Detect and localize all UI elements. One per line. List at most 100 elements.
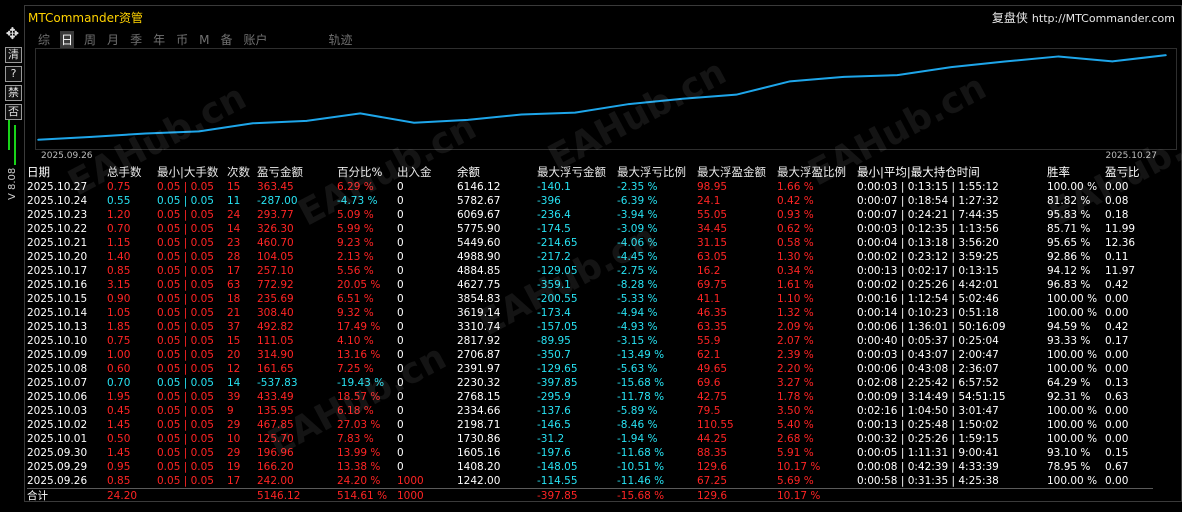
table-cell: 0.18 bbox=[1105, 209, 1129, 221]
table-row[interactable]: 2025.09.29 0.95 0.05 | 0.05 19 166.20 13.38 %… bbox=[27, 460, 1153, 474]
table-row[interactable]: 2025.10.15 0.90 0.05 | 0.05 18 235.69 6.51 % 0… bbox=[27, 292, 1153, 306]
table-cell: 6146.12 bbox=[457, 181, 501, 193]
table-cell: 0:00:06 | 1:36:01 | 50:16:09 bbox=[857, 321, 1006, 333]
column-header[interactable]: 出入金 bbox=[397, 164, 457, 180]
table-cell: 0:00:14 | 0:10:23 | 0:51:18 bbox=[857, 307, 999, 319]
tab-7[interactable]: M bbox=[198, 33, 210, 47]
tab-8[interactable]: 备 bbox=[219, 31, 233, 48]
table-cell: 0 bbox=[397, 461, 404, 473]
table-row[interactable]: 2025.10.10 0.75 0.05 | 0.05 15 111.05 4.10 % 0… bbox=[27, 334, 1153, 348]
chart-start-date: 2025.09.26 bbox=[41, 151, 93, 161]
tab-0[interactable]: 综 bbox=[37, 31, 51, 48]
table-cell: 0.05 | 0.05 bbox=[157, 237, 214, 249]
help-button[interactable]: ? bbox=[5, 66, 22, 82]
column-header[interactable]: 百分比% bbox=[337, 164, 397, 180]
table-cell: 1.95 bbox=[107, 391, 131, 403]
tab-6[interactable]: 币 bbox=[175, 31, 189, 48]
table-cell: 5.09 % bbox=[337, 209, 374, 221]
column-header[interactable]: 最大浮亏金额 bbox=[537, 164, 617, 180]
table-cell: 13.38 % bbox=[337, 461, 381, 473]
column-header[interactable]: 总手数 bbox=[107, 164, 157, 180]
table-row[interactable]: 2025.10.14 1.05 0.05 | 0.05 21 308.40 9.32 % 0… bbox=[27, 306, 1153, 320]
tab-3[interactable]: 月 bbox=[106, 31, 120, 48]
disable-button[interactable]: 禁 bbox=[5, 85, 22, 101]
table-row[interactable]: 2025.10.21 1.15 0.05 | 0.05 23 460.70 9.23 % 0… bbox=[27, 236, 1153, 250]
column-header[interactable]: 胜率 bbox=[1047, 164, 1105, 180]
table-row[interactable]: 2025.10.20 1.40 0.05 | 0.05 28 104.05 2.13 % 0… bbox=[27, 250, 1153, 264]
table-row[interactable]: 2025.10.13 1.85 0.05 | 0.05 37 492.82 17.49 %… bbox=[27, 320, 1153, 334]
table-row[interactable]: 2025.10.17 0.85 0.05 | 0.05 17 257.10 5.56 % 0… bbox=[27, 264, 1153, 278]
table-cell: 196.96 bbox=[257, 447, 294, 459]
summary-cell: 129.6 bbox=[697, 488, 777, 503]
move-icon[interactable]: ✥ bbox=[5, 26, 20, 42]
table-cell: 42.75 bbox=[697, 391, 728, 403]
column-header[interactable]: 次数 bbox=[227, 164, 257, 180]
table-row[interactable]: 2025.10.24 0.55 0.05 | 0.05 11 -287.00 -4.73 … bbox=[27, 194, 1153, 208]
equity-point bbox=[90, 136, 93, 138]
tab-2[interactable]: 周 bbox=[83, 31, 97, 48]
equity-point bbox=[1165, 54, 1167, 56]
table-cell: -217.2 bbox=[537, 251, 571, 263]
deny-button[interactable]: 否 bbox=[5, 104, 22, 120]
table-row[interactable]: 2025.10.22 0.70 0.05 | 0.05 14 326.30 5.99 % 0… bbox=[27, 222, 1153, 236]
table-cell: 0.05 | 0.05 bbox=[157, 321, 214, 333]
table-cell: 0 bbox=[397, 195, 404, 207]
table-cell: 0.00 bbox=[1105, 405, 1129, 417]
table-cell: 2334.66 bbox=[457, 405, 501, 417]
table-cell: -4.45 % bbox=[617, 251, 658, 263]
equity-point bbox=[305, 120, 308, 122]
table-row[interactable]: 2025.09.26 0.85 0.05 | 0.05 17 242.00 24.20 %… bbox=[27, 474, 1153, 489]
report-panel: MTCommander资管 复盘侠 http://MTCommander.com … bbox=[24, 5, 1182, 503]
table-cell: 0 bbox=[397, 251, 404, 263]
table-row[interactable]: 2025.10.27 0.75 0.05 | 0.05 15 363.45 6.29 % 0… bbox=[27, 180, 1153, 194]
table-cell: 63 bbox=[227, 279, 241, 291]
tab-9[interactable]: 账户 bbox=[242, 31, 268, 48]
table-cell: 98.95 bbox=[697, 181, 728, 193]
tab-5[interactable]: 年 bbox=[152, 31, 166, 48]
column-header[interactable]: 余额 bbox=[457, 164, 537, 180]
table-cell: 29 bbox=[227, 447, 241, 459]
table-cell: 37 bbox=[227, 321, 241, 333]
table-cell: 23 bbox=[227, 237, 241, 249]
brand-url[interactable]: http://MTCommander.com bbox=[1032, 12, 1175, 25]
column-header[interactable]: 最小|大手数 bbox=[157, 164, 227, 180]
column-header[interactable]: 最大浮盈比例 bbox=[777, 164, 857, 180]
equity-point bbox=[359, 112, 362, 115]
equity-point bbox=[1111, 60, 1114, 63]
tab-1[interactable]: 日 bbox=[60, 31, 75, 48]
table-row[interactable]: 2025.09.30 1.45 0.05 | 0.05 29 196.96 13.99 %… bbox=[27, 446, 1153, 460]
tab-4[interactable]: 季 bbox=[129, 31, 143, 48]
table-row[interactable]: 2025.10.09 1.00 0.05 | 0.05 20 314.90 13.16 %… bbox=[27, 348, 1153, 362]
equity-point bbox=[144, 132, 147, 135]
column-header[interactable]: 最小|平均|最大持仓时间 bbox=[857, 164, 1047, 180]
table-cell: 96.83 % bbox=[1047, 279, 1091, 291]
table-row[interactable]: 2025.10.03 0.45 0.05 | 0.05 9 135.95 6.18 % 0 2… bbox=[27, 404, 1153, 418]
table-cell: 0.05 | 0.05 bbox=[157, 293, 214, 305]
brand[interactable]: 复盘侠 http://MTCommander.com bbox=[992, 9, 1175, 26]
table-cell: 12 bbox=[227, 363, 241, 375]
table-cell: 2025.09.30 bbox=[27, 447, 88, 459]
table-cell: 2025.10.23 bbox=[27, 209, 88, 221]
table-row[interactable]: 2025.10.01 0.50 0.05 | 0.05 10 125.70 7.83 % 0… bbox=[27, 432, 1153, 446]
column-header[interactable]: 盈亏金额 bbox=[257, 164, 337, 180]
column-header[interactable]: 最大浮盈金额 bbox=[697, 164, 777, 180]
table-cell: 3.50 % bbox=[777, 405, 814, 417]
column-header[interactable]: 盈亏比 bbox=[1105, 164, 1153, 180]
table-row[interactable]: 2025.10.23 1.20 0.05 | 0.05 24 293.77 5.09 % 0… bbox=[27, 208, 1153, 222]
table-cell: 100.00 % bbox=[1047, 307, 1098, 319]
clear-button[interactable]: 清 bbox=[5, 47, 22, 63]
table-row[interactable]: 2025.10.08 0.60 0.05 | 0.05 12 161.65 7.25 % 0… bbox=[27, 362, 1153, 376]
table-cell: 0.85 bbox=[107, 475, 131, 487]
table-row[interactable]: 2025.10.06 1.95 0.05 | 0.05 39 433.49 18.57 %… bbox=[27, 390, 1153, 404]
tab-10[interactable]: 轨迹 bbox=[328, 31, 354, 48]
summary-cell: 1000 bbox=[397, 488, 457, 503]
column-header[interactable]: 日期 bbox=[27, 164, 107, 180]
table-row[interactable]: 2025.10.16 3.15 0.05 | 0.05 63 772.92 20.05 %… bbox=[27, 278, 1153, 292]
table-cell: 0:00:32 | 0:25:26 | 1:59:15 bbox=[857, 433, 999, 445]
table-row[interactable]: 2025.10.02 1.45 0.05 | 0.05 29 467.85 27.03 %… bbox=[27, 418, 1153, 432]
table-cell: 0.58 % bbox=[777, 237, 814, 249]
column-header[interactable]: 最大浮亏比例 bbox=[617, 164, 697, 180]
table-cell: 0.50 bbox=[107, 433, 131, 445]
table-cell: -3.09 % bbox=[617, 223, 658, 235]
table-row[interactable]: 2025.10.07 0.70 0.05 | 0.05 14 -537.83 -19.43… bbox=[27, 376, 1153, 390]
